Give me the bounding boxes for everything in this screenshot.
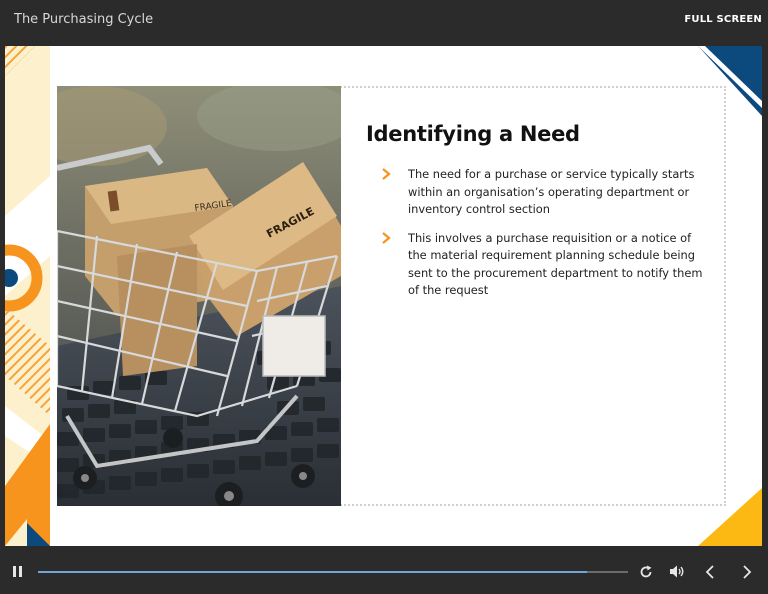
bullet-text: This involves a purchase requisition or …: [408, 230, 703, 298]
progress-bar[interactable]: [38, 571, 628, 573]
bullet-text: The need for a purchase or service typic…: [408, 167, 695, 216]
next-icon: [743, 565, 752, 579]
pause-button[interactable]: [12, 566, 24, 578]
volume-button[interactable]: [670, 565, 685, 578]
progress-fill: [38, 571, 587, 573]
replay-button[interactable]: [639, 565, 653, 579]
slide-title: Identifying a Need: [366, 122, 580, 146]
previous-icon: [705, 565, 714, 579]
fullscreen-button[interactable]: FULL SCREEN: [684, 14, 762, 25]
replay-icon: [640, 565, 652, 578]
shopping-cart-photo: FRAGILE FRAGILE: [57, 86, 341, 506]
pause-icon: [13, 566, 16, 577]
player-controls: [0, 546, 768, 594]
bullet-item: The need for a purchase or service typic…: [381, 166, 711, 219]
chevron-right-icon: [382, 168, 391, 180]
bullet-list: The need for a purchase or service typic…: [381, 166, 711, 311]
volume-icon: [670, 565, 684, 578]
chevron-right-icon: [382, 231, 391, 244]
previous-button[interactable]: [705, 565, 715, 579]
slide-canvas: FRAGILE FRAGILE Identifying a Need The n…: [5, 46, 762, 546]
bullet-item: This involves a purchase requisition or …: [381, 230, 711, 300]
next-button[interactable]: [742, 565, 752, 579]
course-title: The Purchasing Cycle: [14, 12, 154, 27]
top-bar: The Purchasing Cycle FULL SCREEN: [0, 0, 768, 46]
